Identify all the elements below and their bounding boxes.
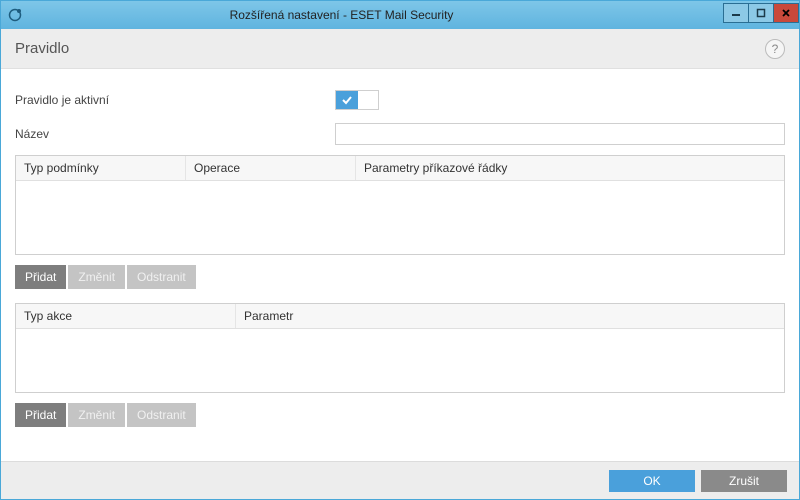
col-parameter[interactable]: Parametr — [236, 304, 784, 328]
window-controls — [724, 3, 799, 23]
col-action-type[interactable]: Typ akce — [16, 304, 236, 328]
conditions-edit-button[interactable]: Změnit — [68, 265, 125, 289]
name-input[interactable] — [335, 123, 785, 145]
footer: OK Zrušit — [1, 461, 799, 499]
window: Rozšířená nastavení - ESET Mail Security… — [0, 0, 800, 500]
titlebar[interactable]: Rozšířená nastavení - ESET Mail Security — [1, 1, 799, 29]
section-header: Pravidlo ? — [1, 29, 799, 69]
cancel-button[interactable]: Zrušit — [701, 470, 787, 492]
conditions-table-header: Typ podmínky Operace Parametry příkazové… — [16, 156, 784, 181]
actions-button-row: Přidat Změnit Odstranit — [15, 403, 785, 427]
window-title: Rozšířená nastavení - ESET Mail Security — [29, 8, 724, 22]
row-rule-active: Pravidlo je aktivní — [15, 87, 785, 113]
conditions-table[interactable]: Typ podmínky Operace Parametry příkazové… — [15, 155, 785, 255]
row-name: Název — [15, 121, 785, 147]
label-rule-active: Pravidlo je aktivní — [15, 93, 335, 107]
actions-edit-button[interactable]: Změnit — [68, 403, 125, 427]
content: Pravidlo je aktivní Název Typ podmínky O… — [1, 69, 799, 461]
check-icon — [336, 91, 358, 109]
actions-remove-button[interactable]: Odstranit — [127, 403, 196, 427]
section-title: Pravidlo — [15, 40, 69, 57]
toggle-rule-active[interactable] — [335, 90, 379, 110]
help-button[interactable]: ? — [765, 39, 785, 59]
conditions-button-row: Přidat Změnit Odstranit — [15, 265, 785, 289]
actions-table[interactable]: Typ akce Parametr — [15, 303, 785, 393]
label-name: Název — [15, 127, 335, 141]
actions-table-body[interactable] — [16, 329, 784, 392]
col-condition-type[interactable]: Typ podmínky — [16, 156, 186, 180]
app-icon — [7, 7, 23, 23]
actions-add-button[interactable]: Přidat — [15, 403, 66, 427]
conditions-add-button[interactable]: Přidat — [15, 265, 66, 289]
maximize-button[interactable] — [748, 3, 774, 23]
ok-button[interactable]: OK — [609, 470, 695, 492]
close-button[interactable] — [773, 3, 799, 23]
conditions-table-body[interactable] — [16, 181, 784, 254]
actions-table-header: Typ akce Parametr — [16, 304, 784, 329]
minimize-button[interactable] — [723, 3, 749, 23]
col-cmdline-params[interactable]: Parametry příkazové řádky — [356, 156, 784, 180]
conditions-remove-button[interactable]: Odstranit — [127, 265, 196, 289]
col-operation[interactable]: Operace — [186, 156, 356, 180]
